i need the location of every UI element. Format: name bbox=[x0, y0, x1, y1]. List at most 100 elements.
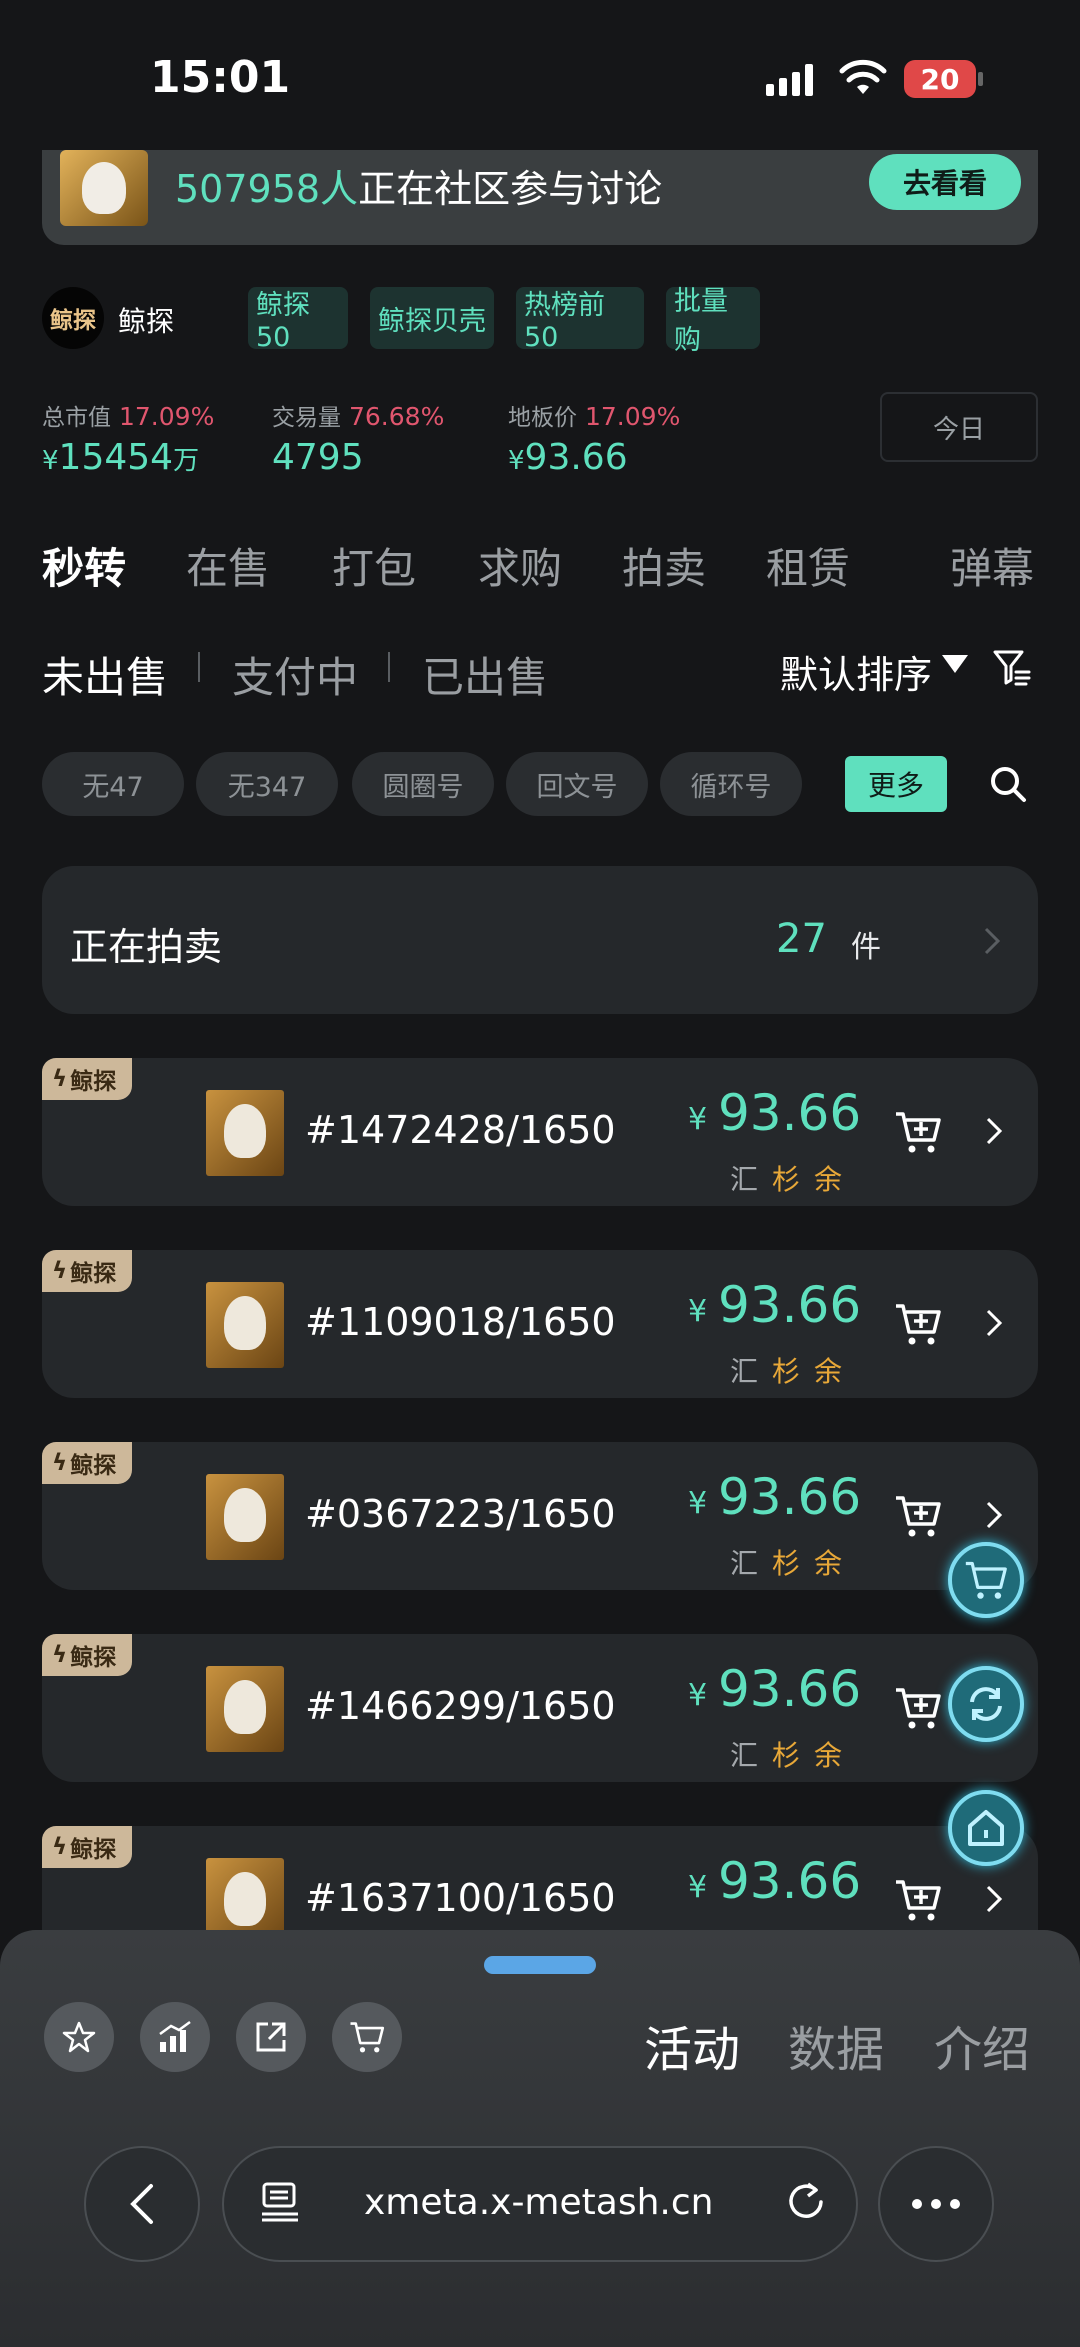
tag-shell[interactable]: 鲸探贝壳 bbox=[370, 287, 494, 349]
subtab-unsold[interactable]: 未出售 bbox=[42, 644, 168, 705]
cellular-signal-icon bbox=[766, 62, 813, 96]
listing-thumbnail bbox=[206, 1282, 284, 1368]
today-button[interactable]: 今日 bbox=[880, 392, 1038, 462]
tag-bulk-buy[interactable]: 批量购 bbox=[666, 286, 760, 356]
stat-label-floor-price: 地板价 17.09% bbox=[508, 402, 681, 431]
subtab-divider bbox=[388, 652, 390, 682]
chevron-right-icon[interactable] bbox=[984, 1116, 1004, 1146]
sheet-drag-handle[interactable] bbox=[484, 1956, 596, 1974]
listing-serial: #1637100/165000 bbox=[305, 1876, 617, 1920]
subtab-paying[interactable]: 支付中 bbox=[232, 644, 358, 705]
listing-badge: ϟ 鲸探 bbox=[42, 1634, 132, 1676]
share-icon bbox=[256, 2022, 286, 2052]
auction-label: 正在拍卖 bbox=[70, 925, 223, 969]
chevron-right-icon[interactable] bbox=[984, 1500, 1004, 1530]
home-icon bbox=[968, 1810, 1004, 1846]
listing-currency: ¥ bbox=[688, 1102, 708, 1137]
stat-value-market-cap: ¥15454万 bbox=[42, 437, 200, 478]
back-button[interactable] bbox=[84, 2146, 200, 2262]
banner-thumbnail bbox=[60, 150, 148, 226]
chip-filter[interactable]: 无47 bbox=[42, 752, 184, 816]
listing-serial: #1472428/165000 bbox=[305, 1108, 617, 1152]
more-button[interactable]: 更多 bbox=[845, 756, 947, 812]
subtab-divider bbox=[198, 652, 200, 682]
listing-price: 93.66 bbox=[718, 1084, 862, 1142]
floating-home-button[interactable] bbox=[948, 1790, 1024, 1866]
add-to-cart-icon[interactable] bbox=[894, 1876, 942, 1924]
listing-serial: #0367223/165000 bbox=[305, 1492, 617, 1536]
chevron-right-icon[interactable] bbox=[984, 1884, 1004, 1914]
stat-label-volume: 交易量 76.68% bbox=[272, 402, 445, 431]
listing-thumbnail bbox=[206, 1090, 284, 1176]
chip-filter[interactable]: 无347 bbox=[196, 752, 338, 816]
participant-count: 507958人 bbox=[175, 167, 359, 211]
listing-currency: ¥ bbox=[688, 1678, 708, 1713]
chart-icon bbox=[159, 2020, 191, 2052]
share-button[interactable] bbox=[236, 2002, 306, 2072]
tab-danmaku[interactable]: 弹幕 bbox=[950, 535, 1034, 596]
reader-icon[interactable] bbox=[258, 2180, 302, 2224]
auction-count: 27 bbox=[776, 916, 827, 962]
url-text[interactable]: xmeta.x-metash.cn bbox=[364, 2182, 713, 2223]
tab-instant-transfer[interactable]: 秒转 bbox=[42, 535, 126, 596]
sort-dropdown[interactable]: 默认排序 bbox=[780, 644, 932, 699]
stat-value-floor-price: ¥93.66 bbox=[508, 437, 628, 478]
listing-tags: 汇杉余 bbox=[730, 1739, 843, 1772]
bolt-icon: ϟ bbox=[52, 1834, 68, 1860]
floating-refresh-button[interactable] bbox=[948, 1666, 1024, 1742]
listing-tags: 汇杉余 bbox=[730, 1163, 843, 1196]
auction-unit: 件 bbox=[851, 930, 881, 965]
bottom-sheet bbox=[0, 1930, 1080, 2347]
chip-filter[interactable]: 回文号 bbox=[506, 752, 648, 816]
bolt-icon: ϟ bbox=[52, 1258, 68, 1284]
refresh-icon bbox=[970, 1687, 1002, 1721]
cart-icon bbox=[350, 2022, 385, 2053]
status-time: 15:01 bbox=[150, 52, 291, 103]
back-icon bbox=[130, 2184, 153, 2224]
sheet-tab-activity[interactable]: 活动 bbox=[644, 2010, 740, 2080]
tab-on-sale[interactable]: 在售 bbox=[186, 535, 270, 596]
tab-bundle[interactable]: 打包 bbox=[332, 535, 416, 596]
subtab-sold[interactable]: 已出售 bbox=[422, 644, 548, 705]
reload-icon[interactable] bbox=[784, 2180, 828, 2224]
star-icon bbox=[62, 2021, 96, 2053]
add-to-cart-icon[interactable] bbox=[894, 1300, 942, 1348]
add-to-cart-icon[interactable] bbox=[894, 1492, 942, 1540]
chip-filter[interactable]: 圆圈号 bbox=[352, 752, 494, 816]
add-to-cart-icon[interactable] bbox=[894, 1108, 942, 1156]
favorite-button[interactable] bbox=[44, 2002, 114, 2072]
tag-jingtan50[interactable]: 鲸探50 bbox=[248, 287, 348, 353]
listing-tags: 汇杉余 bbox=[730, 1547, 843, 1580]
bolt-icon: ϟ bbox=[52, 1642, 68, 1668]
more-options-button[interactable] bbox=[878, 2146, 994, 2262]
listing-price: 93.66 bbox=[718, 1852, 862, 1910]
tab-auction[interactable]: 拍卖 bbox=[622, 535, 706, 596]
listing-badge: ϟ 鲸探 bbox=[42, 1250, 132, 1292]
stat-value-volume: 4795 bbox=[272, 437, 364, 478]
go-see-button[interactable]: 去看看 bbox=[869, 154, 1021, 210]
filter-icon[interactable] bbox=[992, 648, 1032, 686]
floating-cart-button[interactable] bbox=[948, 1542, 1024, 1618]
brand-name[interactable]: 鲸探 bbox=[118, 300, 174, 340]
listing-currency: ¥ bbox=[688, 1486, 708, 1521]
wifi-icon bbox=[839, 59, 887, 94]
chip-filter[interactable]: 循环号 bbox=[660, 752, 802, 816]
search-icon[interactable] bbox=[988, 764, 1028, 804]
sheet-tab-data[interactable]: 数据 bbox=[788, 2010, 884, 2080]
brand-logo[interactable]: 鲸探 bbox=[42, 287, 104, 349]
listing-tags: 汇杉余 bbox=[730, 1355, 843, 1388]
caret-down-icon[interactable] bbox=[942, 655, 968, 673]
cart-button[interactable] bbox=[332, 2002, 402, 2072]
tab-wanted[interactable]: 求购 bbox=[478, 535, 562, 596]
listing-serial: #1466299/165000 bbox=[305, 1684, 617, 1728]
add-to-cart-icon[interactable] bbox=[894, 1684, 942, 1732]
banner-message: 正在社区参与讨论 bbox=[358, 167, 663, 211]
sheet-tab-intro[interactable]: 介绍 bbox=[934, 2010, 1030, 2080]
tab-lease[interactable]: 租赁 bbox=[766, 535, 850, 596]
chart-button[interactable] bbox=[140, 2002, 210, 2072]
chevron-right-icon[interactable] bbox=[984, 1308, 1004, 1338]
listing-price: 93.66 bbox=[718, 1276, 862, 1334]
battery-indicator: 20 bbox=[904, 60, 976, 98]
more-icon bbox=[912, 2199, 960, 2209]
tag-top50[interactable]: 热榜前50 bbox=[516, 287, 644, 353]
